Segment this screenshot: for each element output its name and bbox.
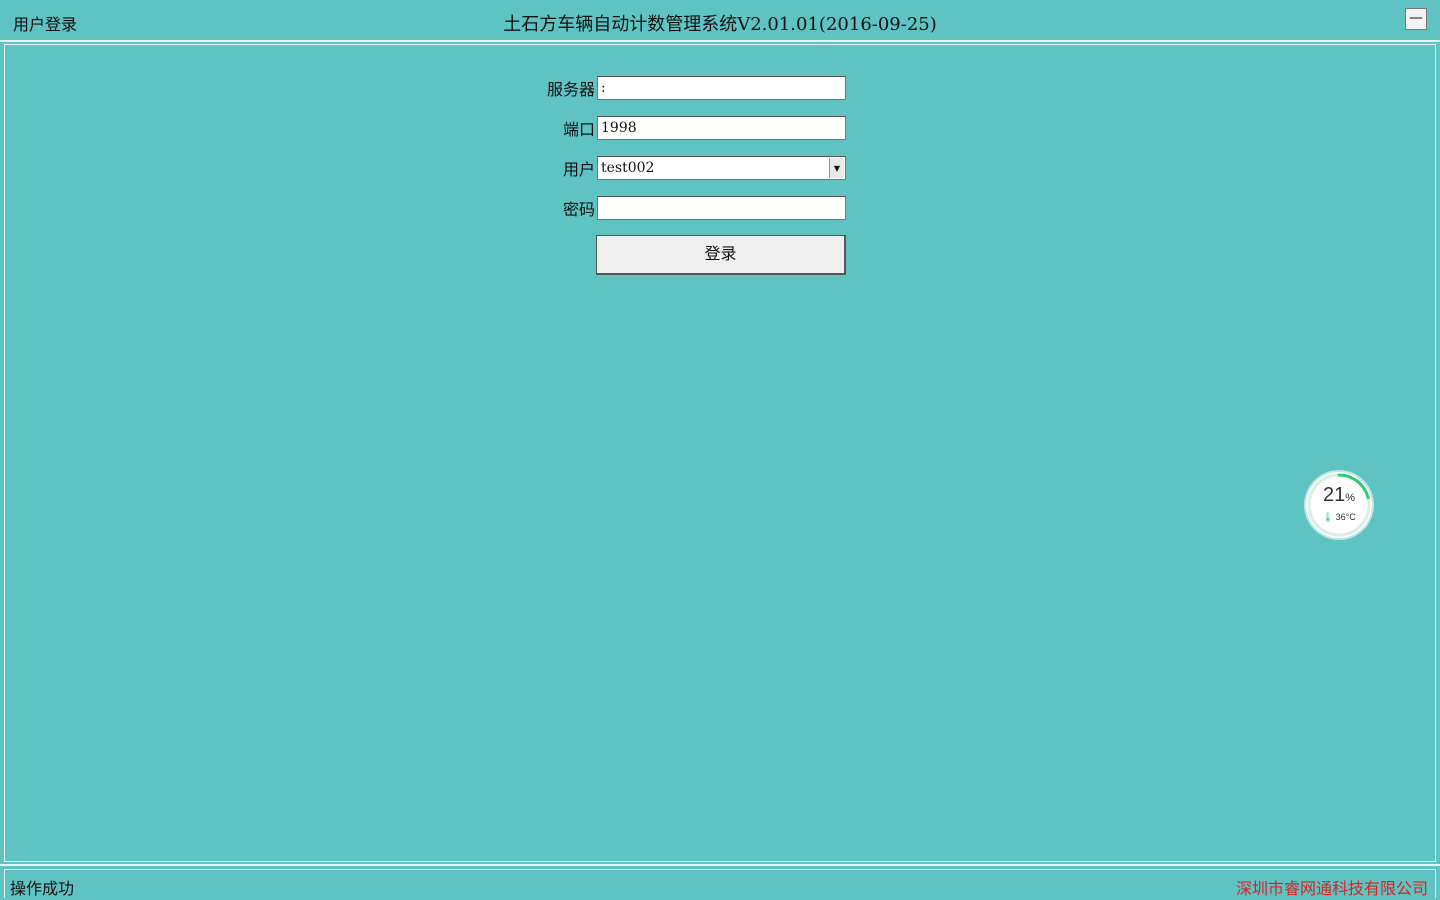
user-select[interactable]: test002 ▼ bbox=[597, 156, 846, 180]
gauge-percent-value: 21 bbox=[1322, 484, 1346, 506]
window-title: 土石方车辆自动计数管理系统V2.01.01(2016-09-25) bbox=[503, 14, 937, 35]
server-input[interactable] bbox=[597, 76, 846, 100]
cpu-gauge-widget[interactable]: 21% 🌡 36°C bbox=[1306, 472, 1372, 538]
gauge-percent: 21% bbox=[1306, 484, 1372, 507]
server-row: 服务器 bbox=[525, 76, 846, 100]
status-bar: 操作成功 深圳市睿网通科技有限公司 bbox=[0, 864, 1440, 900]
main-panel: 服务器 端口 用户 test002 ▼ 密码 登录 bbox=[4, 44, 1436, 862]
user-label: 用户 bbox=[562, 160, 595, 179]
port-row: 端口 bbox=[525, 116, 846, 140]
server-label: 服务器 bbox=[546, 80, 595, 99]
user-row: 用户 test002 ▼ bbox=[525, 156, 846, 180]
password-row: 密码 bbox=[525, 196, 846, 220]
thermometer-icon: 🌡 bbox=[1322, 512, 1334, 522]
minimize-button[interactable]: — bbox=[1405, 8, 1427, 30]
chevron-down-icon[interactable]: ▼ bbox=[829, 158, 844, 178]
gauge-temperature-value: 36°C bbox=[1335, 512, 1356, 522]
user-select-value: test002 bbox=[601, 160, 655, 176]
port-input[interactable] bbox=[597, 116, 846, 140]
gauge-temperature: 🌡 36°C bbox=[1306, 512, 1372, 523]
status-bar-frame bbox=[4, 869, 1436, 898]
title-bar: 用户登录 土石方车辆自动计数管理系统V2.01.01(2016-09-25) — bbox=[0, 0, 1440, 42]
company-name: 深圳市睿网通科技有限公司 bbox=[1235, 879, 1428, 898]
gauge-percent-unit: % bbox=[1345, 492, 1356, 504]
login-button[interactable]: 登录 bbox=[596, 235, 846, 275]
password-label: 密码 bbox=[562, 200, 595, 219]
port-label: 端口 bbox=[562, 120, 595, 139]
status-text: 操作成功 bbox=[10, 879, 75, 898]
password-input[interactable] bbox=[597, 196, 846, 220]
